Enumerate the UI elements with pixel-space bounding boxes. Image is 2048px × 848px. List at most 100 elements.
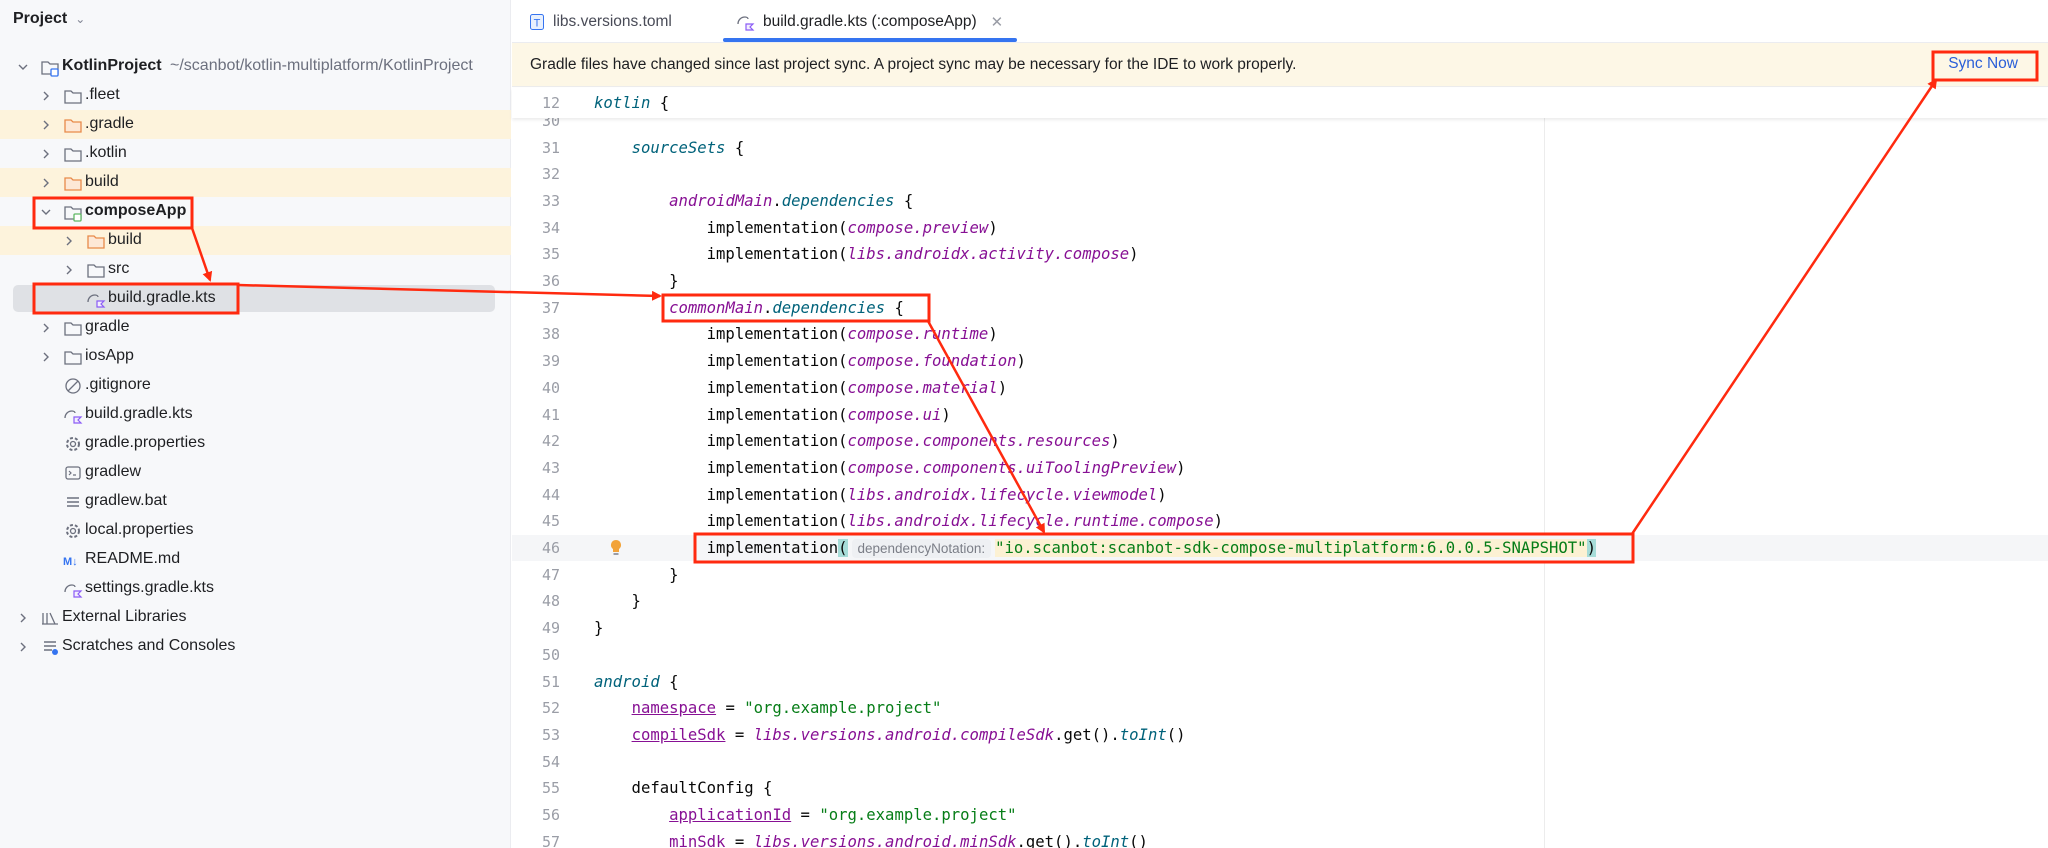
chevron-right-icon[interactable] xyxy=(39,350,53,364)
code-line[interactable]: 31 sourceSets { xyxy=(512,134,2048,161)
sync-now-link[interactable]: Sync Now xyxy=(1948,55,2018,73)
terminal-icon xyxy=(65,466,81,480)
code-line[interactable]: 34 implementation(compose.preview) xyxy=(512,214,2048,241)
folder-excluded-icon xyxy=(64,177,82,191)
sticky-line[interactable]: 12 kotlin { xyxy=(512,88,2048,118)
code-line[interactable]: 32 xyxy=(512,161,2048,188)
code-text: implementation(libs.androidx.activity.co… xyxy=(594,245,1139,263)
tab-label: build.gradle.kts (:composeApp) xyxy=(763,12,977,30)
chevron-right-icon[interactable] xyxy=(62,263,76,277)
code-line[interactable]: 54 xyxy=(512,748,2048,775)
chevron-down-icon[interactable] xyxy=(16,60,30,74)
tree-item[interactable]: .kotlin xyxy=(0,139,511,168)
tree-item[interactable]: gradlew xyxy=(0,458,511,487)
tree-item[interactable]: composeApp xyxy=(0,197,511,226)
code-line[interactable]: 46 implementation(dependencyNotation: "io… xyxy=(512,534,2048,562)
code-line[interactable]: 57 minSdk = libs.versions.android.minSdk… xyxy=(512,828,2048,848)
close-tab-icon[interactable]: ✕ xyxy=(991,13,1004,31)
code-token: androidMain xyxy=(669,191,773,210)
code-line[interactable]: 50 xyxy=(512,642,2048,669)
chevron-right-icon[interactable] xyxy=(39,147,53,161)
code-token: implementation( xyxy=(594,378,848,397)
code-line[interactable]: 55 defaultConfig { xyxy=(512,775,2048,802)
code-token: toInt xyxy=(1119,725,1167,744)
tree-item[interactable]: .gitignore xyxy=(0,371,511,400)
folder-icon xyxy=(64,148,82,162)
folder-icon xyxy=(87,264,105,278)
tree-item[interactable]: build.gradle.kts xyxy=(0,400,511,429)
project-view-selector[interactable]: Project ⌄ xyxy=(13,10,85,28)
tree-item-label: .kotlin xyxy=(85,144,127,161)
chevron-right-icon[interactable] xyxy=(16,640,30,654)
code-line[interactable]: 48 } xyxy=(512,588,2048,615)
code-line[interactable]: 36 } xyxy=(512,268,2048,295)
tree-item[interactable]: settings.gradle.kts xyxy=(0,574,511,603)
tree-item[interactable]: build xyxy=(0,226,511,255)
gear-icon xyxy=(66,437,80,451)
tree-item[interactable]: gradle xyxy=(0,313,511,342)
code-line[interactable]: 56 applicationId = "org.example.project" xyxy=(512,802,2048,829)
tree-item[interactable]: .fleet xyxy=(0,81,511,110)
code-line[interactable]: 40 implementation(compose.material) xyxy=(512,375,2048,402)
code-line[interactable]: 44 implementation(libs.androidx.lifecycl… xyxy=(512,481,2048,508)
tree-item[interactable]: gradlew.bat xyxy=(0,487,511,516)
code-editor[interactable]: 30 31 sourceSets {32 33 androidMain.depend… xyxy=(512,88,2048,848)
chevron-right-icon[interactable] xyxy=(39,118,53,132)
tree-item-label: README.md xyxy=(85,550,181,567)
tree-item[interactable]: External Libraries xyxy=(0,603,511,632)
code-token: "io.scanbot:scanbot-sdk-compose-multipla… xyxy=(995,539,1587,558)
tab-build-gradle-kts[interactable]: build.gradle.kts (:composeApp) ✕ xyxy=(722,0,1018,43)
code-line[interactable]: 35 implementation(libs.androidx.activity… xyxy=(512,241,2048,268)
code-line[interactable]: 43 implementation(compose.components.uiT… xyxy=(512,455,2048,482)
tree-item[interactable]: local.properties xyxy=(0,516,511,545)
tree-item[interactable]: .gradle xyxy=(0,110,511,139)
tree-item[interactable]: M↓ README.md xyxy=(0,545,511,574)
code-line[interactable]: 42 implementation(compose.components.res… xyxy=(512,428,2048,455)
tree-item-label: .fleet xyxy=(85,86,120,103)
chevron-right-icon[interactable] xyxy=(62,234,76,248)
line-number: 43 xyxy=(541,458,560,477)
tree-item[interactable]: gradle.properties xyxy=(0,429,511,458)
tree-item[interactable]: KotlinProject ~/scanbot/kotlin-multiplatf… xyxy=(0,52,511,81)
chevron-right-icon[interactable] xyxy=(16,611,30,625)
banner-message: Gradle files have changed since last pro… xyxy=(530,55,1297,73)
tab-libs-versions-toml[interactable]: T libs.versions.toml xyxy=(529,0,672,43)
code-line[interactable]: 47 } xyxy=(512,561,2048,588)
code-text: } xyxy=(594,592,641,610)
code-text: } xyxy=(594,272,678,290)
tree-item[interactable]: iosApp xyxy=(0,342,511,371)
code-line[interactable]: 38 implementation(compose.runtime) xyxy=(512,321,2048,348)
code-token: compose.components.resources xyxy=(847,432,1111,451)
code-line[interactable]: 33 androidMain.dependencies { xyxy=(512,188,2048,215)
code-line[interactable]: 52 namespace = "org.example.project" xyxy=(512,695,2048,722)
chevron-right-icon[interactable] xyxy=(39,321,53,335)
code-line[interactable]: 51 android { xyxy=(512,668,2048,695)
chevron-right-icon[interactable] xyxy=(39,89,53,103)
code-token: libs.androidx.lifecycle.viewmodel xyxy=(847,485,1158,504)
code-text: kotlin { xyxy=(594,94,669,112)
tree-item-label: iosApp xyxy=(85,347,134,364)
code-line[interactable]: 37 commonMain.dependencies { xyxy=(512,294,2048,321)
code-line[interactable]: 49} xyxy=(512,615,2048,642)
code-line[interactable]: 53 compileSdk = libs.versions.android.co… xyxy=(512,722,2048,749)
code-token: ) xyxy=(1016,352,1026,371)
code-line[interactable]: 45 implementation(libs.androidx.lifecycl… xyxy=(512,508,2048,535)
code-token: "org.example.project" xyxy=(744,699,942,718)
gradle-kts-icon xyxy=(64,584,83,598)
editor-tabs: T libs.versions.toml build.gradle.kts (:… xyxy=(512,0,2048,43)
tree-item[interactable]: build xyxy=(0,168,511,197)
code-token: = xyxy=(725,832,754,848)
chevron-down-icon[interactable] xyxy=(39,205,53,219)
code-line[interactable]: 39 implementation(compose.foundation) xyxy=(512,348,2048,375)
code-text: implementation(compose.material) xyxy=(594,379,1007,397)
tree-item[interactable]: Scratches and Consoles xyxy=(0,632,511,661)
code-line[interactable]: 41 implementation(compose.ui) xyxy=(512,401,2048,428)
chevron-right-icon[interactable] xyxy=(39,176,53,190)
tree-item[interactable]: build.gradle.kts xyxy=(0,284,511,313)
tree-item[interactable]: src xyxy=(0,255,511,284)
line-number: 46 xyxy=(541,539,560,558)
line-number: 44 xyxy=(541,485,560,504)
code-token: ) xyxy=(1213,512,1224,531)
